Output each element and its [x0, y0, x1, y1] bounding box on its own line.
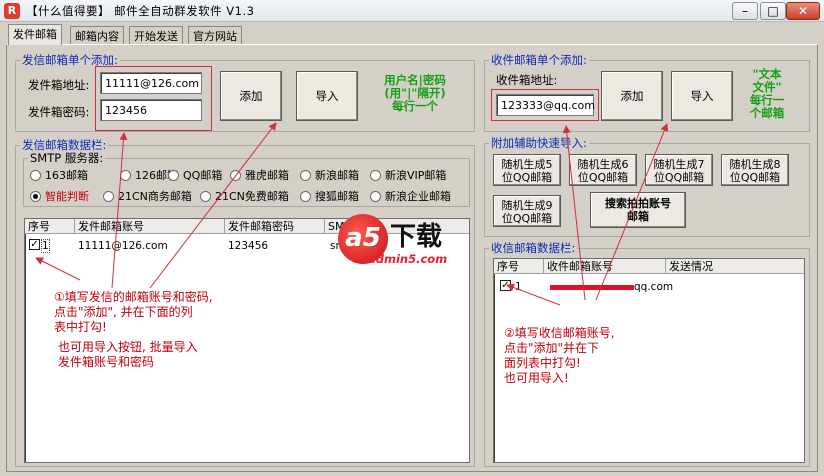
annotation-arrows — [35, 122, 669, 306]
arrow-to-sender-checkbox — [35, 257, 81, 281]
arrow-to-receiver-checkbox — [506, 283, 561, 306]
arrow-to-sender-fields — [111, 132, 128, 289]
arrow-to-receiver-field — [562, 125, 586, 301]
tab-sender-mailbox[interactable]: 发件邮箱 — [8, 24, 62, 45]
arrow-to-sender-add — [149, 122, 277, 289]
arrow-to-receiver-add — [595, 123, 669, 301]
